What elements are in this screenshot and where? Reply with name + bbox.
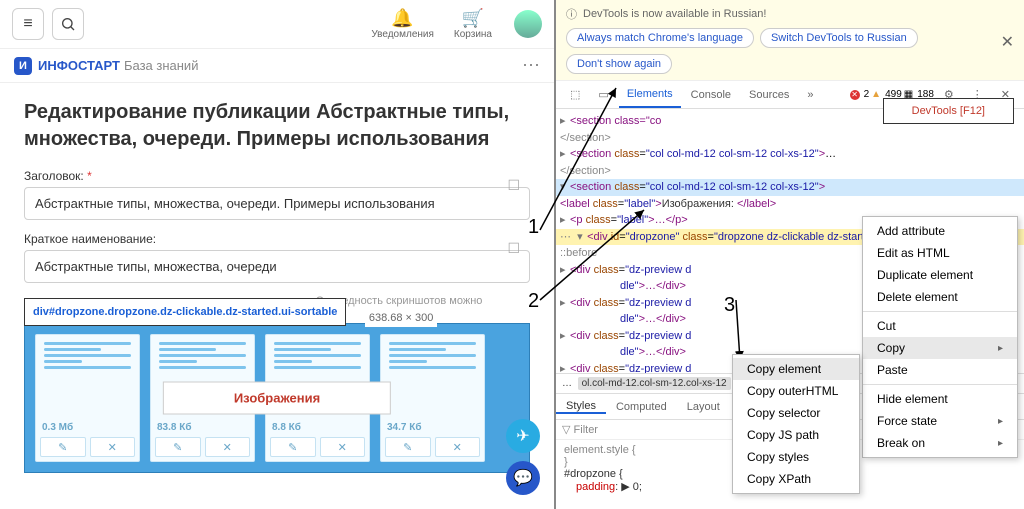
mi-copy-styles[interactable]: Copy styles [733, 446, 859, 468]
delete-icon[interactable]: ✕ [320, 437, 366, 457]
telegram-button[interactable]: ✈ [506, 419, 540, 453]
title-label: Заголовок: [24, 169, 530, 183]
stab-computed[interactable]: Computed [606, 401, 677, 413]
stab-styles[interactable]: Styles [556, 400, 606, 414]
edit-icon[interactable]: ✎ [40, 437, 86, 457]
inspect-icon[interactable]: ⬚ [562, 81, 588, 108]
brand[interactable]: ИНФОСТАРТ [38, 58, 120, 73]
mi-add-attr[interactable]: Add attribute [863, 220, 1017, 242]
mi-copy[interactable]: Copy▸ [863, 337, 1017, 359]
mi-paste[interactable]: Paste [863, 359, 1017, 381]
mi-copy-selector[interactable]: Copy selector [733, 402, 859, 424]
chip-switch-ru[interactable]: Switch DevTools to Russian [760, 28, 918, 48]
mi-duplicate[interactable]: Duplicate element [863, 264, 1017, 286]
edit-icon[interactable]: ✎ [155, 437, 201, 457]
bookmark-icon[interactable]: ☐ [507, 240, 520, 257]
cart-label: Корзина [454, 29, 492, 40]
device-icon[interactable]: ▭ [590, 81, 616, 108]
annotation-3: 3 [724, 294, 735, 317]
tab-console[interactable]: Console [683, 81, 739, 108]
chat-button[interactable]: 💬 [506, 461, 540, 495]
notif-label: Уведомления [371, 29, 434, 40]
page-title: Редактирование публикации Абстрактные ти… [24, 99, 530, 153]
more-icon[interactable]: ⋯ [522, 55, 540, 76]
menu-button[interactable]: ≡ [12, 8, 44, 40]
annotation-2: 2 [528, 290, 539, 313]
devtools-hint: DevTools [F12] [883, 98, 1014, 124]
error-count[interactable]: ✕2 [850, 89, 870, 100]
bookmark-icon[interactable]: ☐ [507, 177, 520, 194]
chip-match-lang[interactable]: Always match Chrome's language [566, 28, 754, 48]
mi-copy-outerhtml[interactable]: Copy outerHTML [733, 380, 859, 402]
chip-dont-show[interactable]: Don't show again [566, 54, 672, 74]
tab-sources[interactable]: Sources [741, 81, 797, 108]
tabs-more[interactable]: » [799, 81, 821, 108]
short-label: Краткое наименование: [24, 232, 530, 246]
mi-copy-jspath[interactable]: Copy JS path [733, 424, 859, 446]
filter-icon[interactable]: ▽ [562, 423, 570, 436]
thumbnail[interactable]: 0.3 Мб✎✕ [35, 334, 140, 462]
logo-icon: И [14, 57, 32, 75]
delete-icon[interactable]: ✕ [435, 437, 481, 457]
breadcrumb: И ИНФОСТАРТ База знаний ⋯ [0, 48, 554, 83]
thumbnail[interactable]: 34.7 Кб✎✕ [380, 334, 485, 462]
copy-submenu[interactable]: Copy element Copy outerHTML Copy selecto… [732, 354, 860, 494]
edit-icon[interactable]: ✎ [270, 437, 316, 457]
title-input[interactable] [24, 187, 530, 220]
annotation-1: 1 [528, 216, 539, 239]
notifications[interactable]: 🔔 Уведомления [371, 8, 434, 40]
mi-edit-html[interactable]: Edit as HTML [863, 242, 1017, 264]
devtools-banner: ⓘDevTools is now available in Russian! A… [556, 0, 1024, 81]
mi-hide[interactable]: Hide element [863, 388, 1017, 410]
images-overlay-label: Изображения [163, 382, 391, 415]
context-menu[interactable]: Add attribute Edit as HTML Duplicate ele… [862, 216, 1018, 458]
delete-icon[interactable]: ✕ [205, 437, 251, 457]
inspect-tooltip: div#dropzone.dropzone.dz-clickable.dz-st… [24, 298, 346, 326]
avatar[interactable] [514, 10, 542, 38]
info-icon: ⓘ [566, 6, 577, 22]
short-input[interactable] [24, 250, 530, 283]
bell-icon: 🔔 [391, 8, 413, 29]
section[interactable]: База знаний [124, 58, 199, 73]
dropzone[interactable]: Изображения 0.3 Мб✎✕83.8 Кб✎✕8.8 Кб✎✕34.… [24, 323, 530, 473]
mi-delete[interactable]: Delete element [863, 286, 1017, 308]
close-icon[interactable]: ✕ [1001, 32, 1014, 52]
mi-break-on[interactable]: Break on▸ [863, 432, 1017, 454]
tab-elements[interactable]: Elements [619, 81, 681, 108]
mi-force-state[interactable]: Force state▸ [863, 410, 1017, 432]
search-button[interactable] [52, 8, 84, 40]
filter-input[interactable]: Filter [574, 424, 598, 436]
mi-cut[interactable]: Cut [863, 315, 1017, 337]
stab-layout[interactable]: Layout [677, 401, 730, 413]
cart-icon: 🛒 [462, 8, 484, 29]
edit-icon[interactable]: ✎ [385, 437, 431, 457]
cart[interactable]: 🛒 Корзина [454, 8, 492, 40]
delete-icon[interactable]: ✕ [90, 437, 136, 457]
mi-copy-xpath[interactable]: Copy XPath [733, 468, 859, 490]
mi-copy-element[interactable]: Copy element [733, 358, 859, 380]
